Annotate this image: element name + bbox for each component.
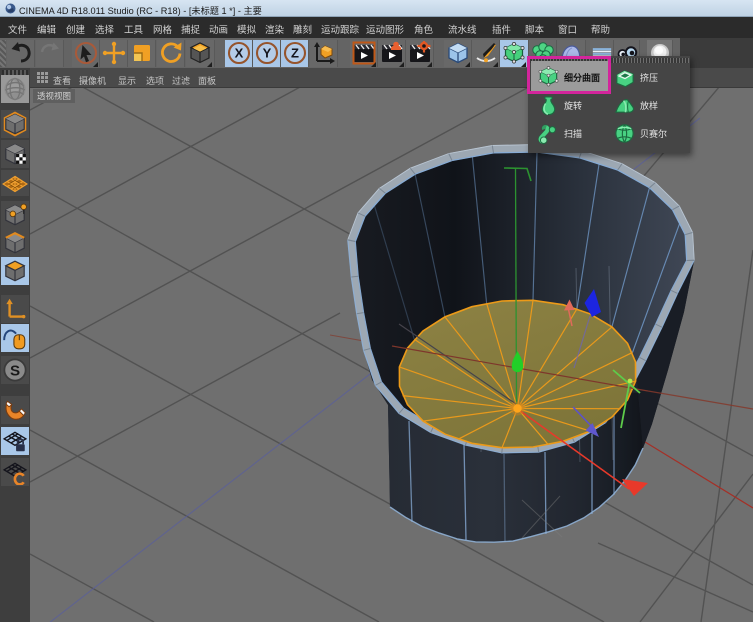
svg-text:S: S: [10, 362, 20, 379]
svg-text:Z: Z: [291, 45, 299, 60]
svg-text:X: X: [235, 45, 244, 60]
svg-text:Y: Y: [263, 45, 272, 60]
